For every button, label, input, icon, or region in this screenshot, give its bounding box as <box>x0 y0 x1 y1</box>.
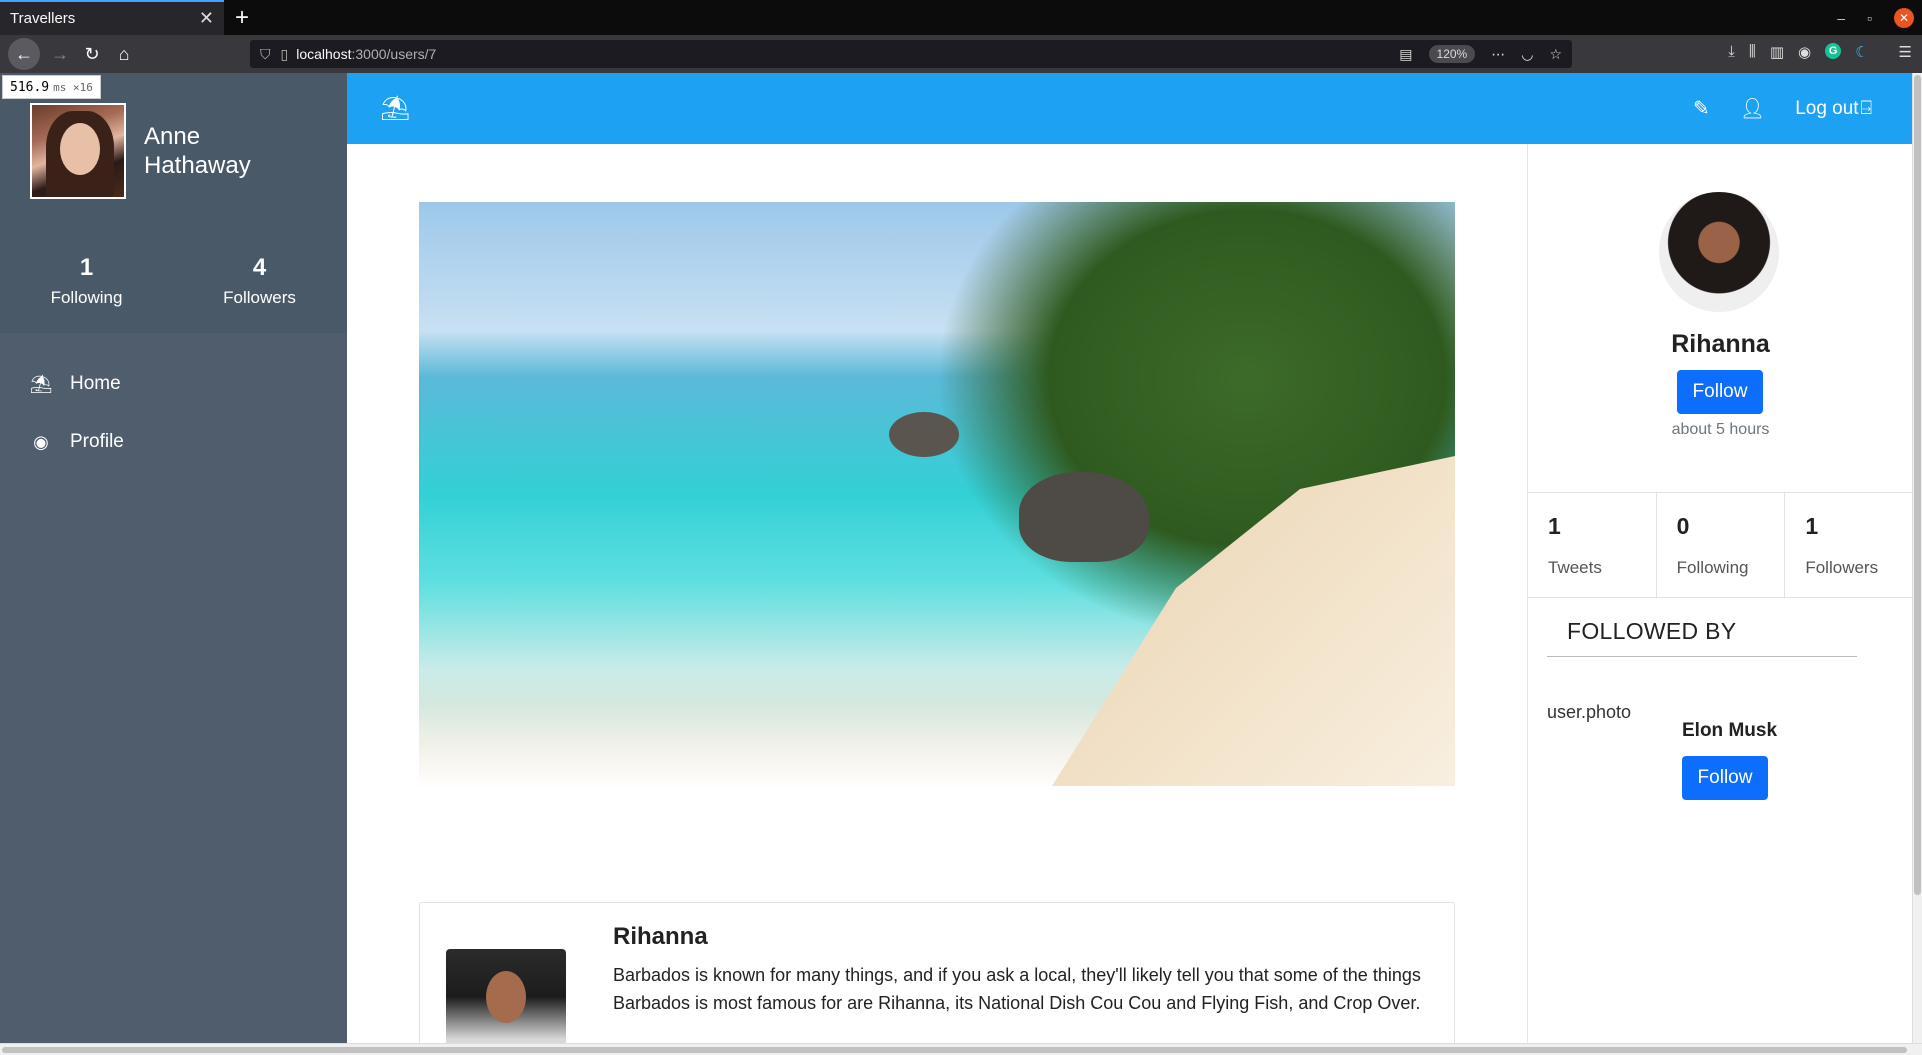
header-actions: ✎ 👤︎ Log out ⍈ <box>1693 96 1912 121</box>
umbrella-beach-icon: ⛱ <box>29 373 53 394</box>
stat-value: 0 <box>1676 513 1690 539</box>
menu-icon[interactable]: ☰ <box>1899 43 1912 61</box>
logout-label: Log out <box>1795 97 1859 119</box>
profile-name: Rihanna <box>1671 330 1770 358</box>
vertical-scrollbar[interactable] <box>1912 73 1922 1043</box>
followers-label: Followers <box>223 288 296 307</box>
follower-follow-button[interactable]: Follow <box>1682 756 1768 800</box>
stat-label: Tweets <box>1548 558 1602 577</box>
tweet-avatar[interactable] <box>446 949 566 1043</box>
following-count: 1 <box>79 254 94 281</box>
main-content: Rihanna Barbados is known for many thing… <box>347 144 1527 1043</box>
window-controls: – ▫ ✕ <box>1837 0 1922 35</box>
user-edit-icon[interactable]: ✎ <box>1693 96 1710 121</box>
followers-stat[interactable]: 1 Followers <box>1785 493 1913 597</box>
sidebar-item-profile[interactable]: ◉ Profile <box>0 413 347 471</box>
followers-count: 4 <box>252 254 267 281</box>
user-circle-icon: ◉ <box>33 431 49 452</box>
bookmark-star-icon[interactable]: ☆ <box>1549 46 1562 63</box>
following-stat[interactable]: 0 Following <box>1657 493 1786 597</box>
library-icon[interactable]: ⫼ <box>1749 43 1756 61</box>
follow-button[interactable]: Follow <box>1677 370 1763 414</box>
reload-icon[interactable]: ↻ <box>76 38 108 70</box>
sidebar-toggle-icon[interactable]: ▥ <box>1770 43 1784 61</box>
pocket-icon[interactable]: ◡ <box>1521 46 1533 63</box>
download-icon[interactable]: ⤓ <box>1728 43 1735 61</box>
grammarly-icon[interactable]: G <box>1825 43 1842 59</box>
avatar[interactable] <box>30 103 126 199</box>
profile-joined-time: about 5 hours <box>1671 421 1770 438</box>
url-bar[interactable]: ⛉ ▯ localhost:3000/users/7 ▤ 120% ⋯ ◡ ☆ <box>250 40 1572 68</box>
sidebar-user-name: Anne Hathaway <box>144 123 251 179</box>
sidebar-stats: 1 Following 4 Followers <box>0 199 347 308</box>
browser-tab[interactable]: Travellers ✕ <box>0 0 224 35</box>
perf-badge: 516.9 ms ×16 <box>2 75 101 99</box>
sidebar-menu: ⛱ Home ◉ Profile <box>0 333 347 1043</box>
horizontal-scrollbar[interactable] <box>0 1043 1922 1055</box>
sidebar: Anne Hathaway 1 Following 4 Followers ⛱ … <box>0 73 347 1043</box>
browser-toolbar: ← → ↻ ⌂ ⛉ ▯ localhost:3000/users/7 ▤ 120… <box>0 35 1922 73</box>
shield-icon: ⛉ <box>260 45 271 62</box>
tab-title: Travellers <box>10 10 76 27</box>
account-icon[interactable]: ◉ <box>1798 43 1811 61</box>
new-tab-button[interactable]: + <box>224 0 260 35</box>
sidebar-item-home[interactable]: ⛱ Home <box>0 355 347 413</box>
sidebar-item-label: Home <box>70 373 121 394</box>
logout-link[interactable]: Log out ⍈ <box>1795 98 1872 120</box>
more-actions-icon[interactable]: ⋯ <box>1491 46 1505 63</box>
url-path: :3000/users/7 <box>351 46 437 62</box>
followed-by-title: FOLLOWED BY <box>1567 618 1737 644</box>
stat-label: Following <box>1676 558 1749 577</box>
tweet-body: Rihanna Barbados is known for many thing… <box>613 923 1438 1017</box>
profile-panel: Rihanna Follow about 5 hours 1 Tweets 0 … <box>1527 144 1913 1043</box>
restore-icon[interactable]: ▫ <box>1867 10 1872 26</box>
window-close-icon[interactable]: ✕ <box>1894 7 1914 28</box>
sidebar-followers-stat[interactable]: 4 Followers <box>173 254 346 308</box>
stat-value: 1 <box>1548 513 1561 539</box>
perf-unit: ms ×16 <box>53 80 93 94</box>
follower-name[interactable]: Elon Musk <box>1682 720 1777 742</box>
tweet-text: Barbados is known for many things, and i… <box>613 965 1421 1013</box>
divider <box>1547 656 1857 657</box>
home-icon[interactable]: ⌂ <box>108 38 140 70</box>
reader-view-icon[interactable]: ▤ <box>1399 46 1412 63</box>
tweet-card: Rihanna Barbados is known for many thing… <box>419 902 1455 1043</box>
tab-close-icon[interactable]: ✕ <box>199 8 214 29</box>
page-icon: ▯ <box>280 45 289 62</box>
profile-stats: 1 Tweets 0 Following 1 Followers <box>1528 492 1913 598</box>
sidebar-item-label: Profile <box>70 431 124 452</box>
minimize-icon[interactable]: – <box>1837 10 1845 26</box>
app-header: ⛱ ✎ 👤︎ Log out ⍈ <box>347 73 1912 144</box>
tweets-stat[interactable]: 1 Tweets <box>1528 493 1657 597</box>
hero-image <box>419 202 1455 786</box>
tweet-author[interactable]: Rihanna <box>613 923 1438 951</box>
browser-extensions: ⤓ ⫼ ▥ ◉ G ☾ ☰ <box>1728 43 1912 61</box>
user-icon[interactable]: 👤︎ <box>1740 96 1765 121</box>
sidebar-following-stat[interactable]: 1 Following <box>0 254 173 308</box>
stat-label: Followers <box>1805 558 1879 577</box>
perf-value: 516.9 <box>10 79 50 95</box>
umbrella-beach-icon[interactable]: ⛱ <box>380 94 410 123</box>
url-host: localhost <box>296 46 352 62</box>
forward-arrow-icon[interactable]: → <box>44 38 76 70</box>
stat-value: 1 <box>1805 513 1819 539</box>
browser-tabbar: Travellers ✕ + – ▫ ✕ <box>0 0 1922 35</box>
door-exit-icon: ⍈ <box>1860 97 1872 119</box>
follower-photo-alt: user.photo <box>1547 702 1632 722</box>
back-arrow-icon[interactable]: ← <box>8 38 40 70</box>
extension-icon[interactable]: ☾ <box>1855 43 1868 61</box>
profile-avatar <box>1659 192 1779 312</box>
following-label: Following <box>50 288 123 307</box>
url-actions: ▤ 120% ⋯ ◡ ☆ <box>1399 45 1562 63</box>
zoom-level[interactable]: 120% <box>1428 45 1476 63</box>
